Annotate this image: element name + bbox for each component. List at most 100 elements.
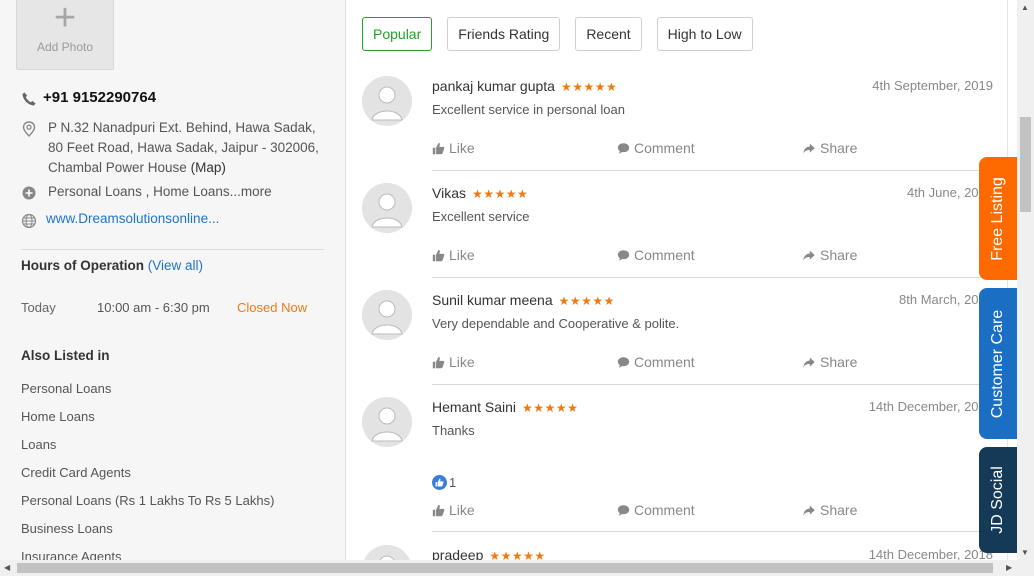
also-listed-item[interactable]: Loans [21,437,274,465]
comment-button[interactable]: Comment [617,502,695,518]
comment-label: Comment [634,140,695,156]
phone-number[interactable]: +91 9152290764 [43,89,156,106]
review-date: 4th September, 2019 [872,78,993,93]
map-link[interactable]: (Map) [191,160,226,175]
also-listed-item[interactable]: Home Loans [21,409,274,437]
review-text: Very dependable and Cooperative & polite… [432,316,680,331]
reviewer-name-text[interactable]: pankaj kumar gupta [432,78,555,94]
also-listed-item[interactable]: Insurance Agents [21,549,274,560]
scroll-right-arrow-icon[interactable]: ▶ [1006,563,1012,572]
scroll-left-arrow-icon[interactable]: ◀ [4,563,10,572]
comment-label: Comment [634,354,695,370]
filter-friends-rating[interactable]: Friends Rating [447,17,561,51]
review-actions: Like Comment Share [432,140,993,160]
sidebar-divider [21,249,324,250]
review-item: pradeep ★★★★★ 14th December, 2018 [362,545,993,560]
categories-row: Personal Loans , Home Loans ...more [21,184,272,201]
also-listed-item[interactable]: Credit Card Agents [21,465,274,493]
share-button[interactable]: Share [802,354,857,370]
rating-stars: ★★★★★ [471,187,529,201]
horizontal-scrollbar[interactable]: ◀ ▶ [0,560,1034,576]
share-label: Share [820,140,858,156]
comment-button[interactable]: Comment [617,247,695,263]
jd-social-tab[interactable]: JD Social [979,447,1017,553]
add-photo-button[interactable]: + Add Photo [16,0,114,70]
comment-label: Comment [634,247,695,263]
rating-stars: ★★★★★ [489,549,546,560]
reviewer-name: pankaj kumar gupta ★★★★★ [432,78,617,94]
open-status: Closed Now [237,300,308,315]
review-actions: Like Comment Share [432,354,993,374]
free-listing-label: Free Listing [989,176,1006,261]
share-button[interactable]: Share [802,247,857,263]
also-listed-heading: Also Listed in [21,348,110,363]
also-listed-item[interactable]: Business Loans [21,521,274,549]
review-item: Hemant Saini ★★★★★ 14th December, 2018 Th… [362,397,993,542]
review-item: pankaj kumar gupta ★★★★★ 4th September, 2… [362,76,993,183]
thumbs-up-icon [432,504,445,516]
like-button[interactable]: Like [432,140,475,156]
review-actions: Like Comment Share [432,502,993,522]
reviewer-name-text[interactable]: pradeep [432,547,483,560]
reviewer-name-text[interactable]: Hemant Saini [432,399,516,415]
review-actions: Like Comment Share [432,247,993,267]
rating-stars: ★★★★★ [522,401,579,415]
comment-icon [617,504,630,516]
jd-social-label: JD Social [989,466,1007,534]
share-button[interactable]: Share [802,502,857,518]
review-item: Sunil kumar meena ★★★★★ 8th March, 2019 V… [362,290,993,397]
share-arrow-icon [803,250,815,260]
avatar [362,545,412,560]
like-button[interactable]: Like [432,354,475,370]
vertical-scrollbar[interactable]: ▲ ▼ [1017,0,1034,560]
view-all-hours-link[interactable]: (View all) [148,258,203,273]
filter-high-to-low[interactable]: High to Low [656,17,753,51]
like-button[interactable]: Like [432,247,475,263]
reviewer-name-text[interactable]: Sunil kumar meena [432,292,553,308]
review-filters: Popular Friends Rating Recent High to Lo… [362,17,768,51]
website-row[interactable]: www.Dreamsolutionsonline... [21,211,219,229]
today-label: Today [21,300,56,315]
review-separator [432,277,993,278]
address-row: P N.32 Nanadpuri Ext. Behind, Hawa Sadak… [21,118,331,178]
free-listing-tab[interactable]: Free Listing [979,157,1017,280]
also-listed-item[interactable]: Personal Loans (Rs 1 Lakhs To Rs 5 Lakhs… [21,493,274,521]
scroll-down-arrow-icon[interactable]: ▼ [1021,548,1029,557]
filter-popular[interactable]: Popular [362,17,433,51]
user-silhouette-icon [362,290,412,340]
comment-label: Comment [634,502,695,518]
website-link[interactable]: www.Dreamsolutionsonline... [46,211,219,226]
reviewer-name-text[interactable]: Vikas [432,185,466,201]
scroll-up-arrow-icon[interactable]: ▲ [1021,3,1029,12]
horizontal-scroll-thumb[interactable] [17,563,993,573]
avatar [362,397,412,447]
today-hours: 10:00 am - 6:30 pm [97,300,210,315]
like-label: Like [449,140,475,156]
hours-title: Hours of Operation [21,258,145,273]
phone-row[interactable]: +91 9152290764 [21,89,156,107]
comment-button[interactable]: Comment [617,140,695,156]
avatar [362,183,412,233]
user-silhouette-icon [362,183,412,233]
rating-stars: ★★★★★ [560,80,618,94]
review-date: 14th December, 2018 [868,399,993,414]
comment-button[interactable]: Comment [617,354,695,370]
customer-care-tab[interactable]: Customer Care [979,288,1017,439]
review-text: Thanks [432,423,475,438]
reviewer-name: Hemant Saini ★★★★★ [432,399,578,415]
hours-of-operation-heading: Hours of Operation (View all) [21,258,203,273]
location-pin-icon [22,121,36,137]
reviewer-name: Sunil kumar meena ★★★★★ [432,292,615,308]
like-count-thumb-icon [432,475,447,490]
categories-more-link[interactable]: ...more [230,184,272,199]
review-separator [432,170,993,171]
like-label: Like [449,247,475,263]
filter-recent[interactable]: Recent [575,17,642,51]
like-button[interactable]: Like [432,502,475,518]
vertical-scroll-thumb[interactable] [1020,117,1031,212]
comment-icon [617,142,630,154]
also-listed-item[interactable]: Personal Loans [21,381,274,409]
categories-text: Personal Loans , Home Loans [48,184,230,199]
share-button[interactable]: Share [802,140,857,156]
share-label: Share [820,247,858,263]
